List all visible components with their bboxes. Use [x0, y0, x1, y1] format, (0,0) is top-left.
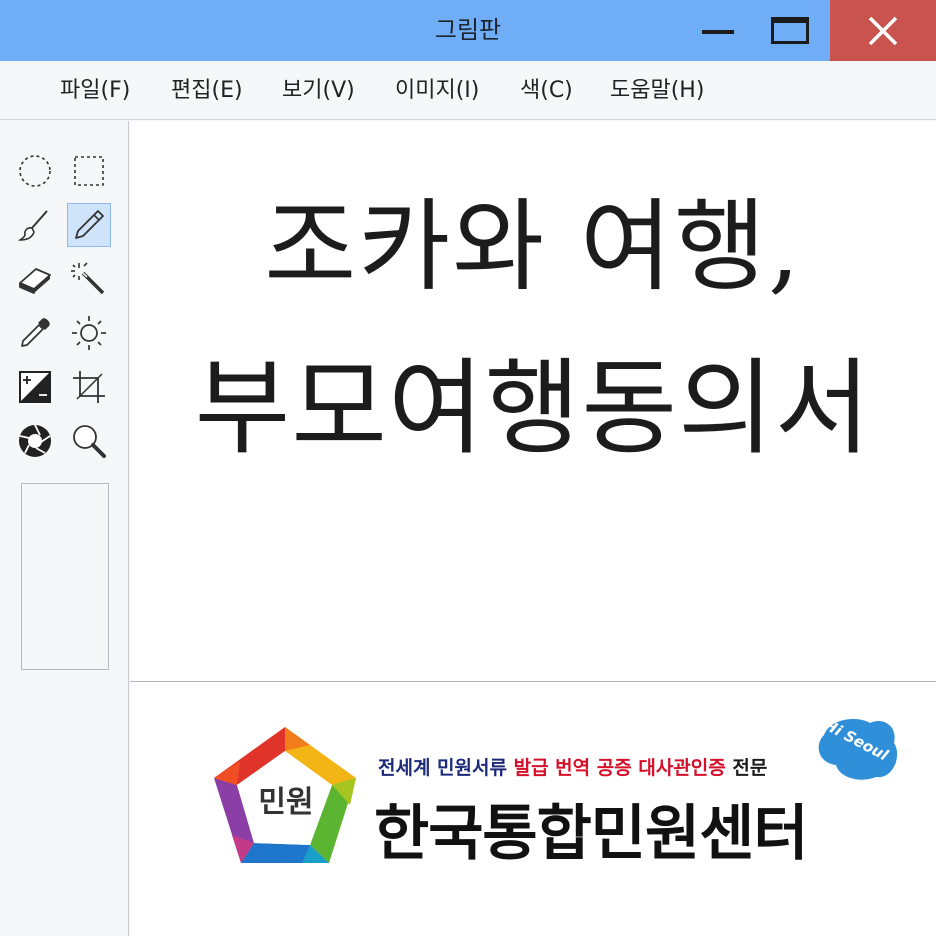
- tool-eyedropper[interactable]: [13, 311, 57, 355]
- tagline-part-a: 전세계 민원서류: [378, 757, 507, 779]
- crop-icon: [73, 371, 105, 403]
- maximize-icon: [771, 17, 809, 44]
- tool-crop[interactable]: [67, 365, 111, 409]
- tool-aperture[interactable]: [13, 419, 57, 463]
- close-button[interactable]: [830, 0, 936, 61]
- drawing-canvas[interactable]: 조카와 여행, 부모여행동의서 민원 전세계 민원서류 발급 번역 공증 대사관…: [130, 121, 936, 936]
- toolbox: [0, 121, 129, 936]
- minimize-icon: [702, 30, 734, 34]
- organization-name: 한국통합민원센터: [374, 799, 809, 869]
- eyedropper-icon: [21, 318, 50, 347]
- contrast-icon: [19, 371, 51, 403]
- menu-file[interactable]: 파일(F): [60, 61, 130, 120]
- zoom-icon: [73, 425, 106, 458]
- pencil-icon: [75, 210, 104, 239]
- tool-brush[interactable]: [13, 203, 57, 247]
- brush-icon: [18, 210, 48, 241]
- menu-bar: 파일(F) 편집(E) 보기(V) 이미지(I) 색(C) 도움말(H): [0, 61, 936, 120]
- tool-ellipse-select[interactable]: [13, 149, 57, 193]
- menu-help[interactable]: 도움말(H): [610, 61, 704, 120]
- tool-contrast[interactable]: [13, 365, 57, 409]
- title-bar[interactable]: 그림판: [0, 0, 936, 61]
- eraser-icon: [19, 268, 51, 294]
- close-icon: [868, 16, 898, 46]
- magic-wand-icon: [71, 262, 105, 295]
- minimize-button[interactable]: [682, 0, 754, 61]
- logo-tagline: 전세계 민원서류 발급 번역 공증 대사관인증 전문: [378, 753, 767, 780]
- maximize-button[interactable]: [754, 0, 826, 61]
- tool-rect-select[interactable]: [67, 149, 111, 193]
- tagline-part-b: 발급 번역 공증 대사관인증: [513, 757, 726, 779]
- menu-edit[interactable]: 편집(E): [171, 61, 243, 120]
- tool-magic-wand[interactable]: [67, 257, 111, 301]
- tool-pencil[interactable]: [67, 203, 111, 247]
- tagline-part-c: 전문: [732, 757, 768, 779]
- tool-brightness[interactable]: [67, 311, 111, 355]
- headline-line-1: 조카와 여행,: [264, 188, 802, 305]
- logo-mark-text: 민원: [258, 785, 314, 820]
- menu-color[interactable]: 색(C): [520, 61, 573, 120]
- tool-eraser[interactable]: [13, 257, 57, 301]
- tool-zoom[interactable]: [67, 419, 111, 463]
- headline-line-2: 부모여행동의서: [194, 347, 872, 469]
- menu-image[interactable]: 이미지(I): [395, 61, 479, 120]
- canvas-divider: [130, 681, 936, 682]
- center-logo: 민원 전세계 민원서류 발급 번역 공증 대사관인증 전문 한국통합민원센터 H…: [210, 716, 900, 879]
- brightness-icon: [72, 316, 106, 350]
- color-swatch-panel[interactable]: [21, 483, 109, 670]
- menu-view[interactable]: 보기(V): [282, 61, 355, 120]
- rect-select-icon: [74, 156, 104, 186]
- ellipse-select-icon: [19, 155, 51, 187]
- aperture-icon: [19, 424, 51, 457]
